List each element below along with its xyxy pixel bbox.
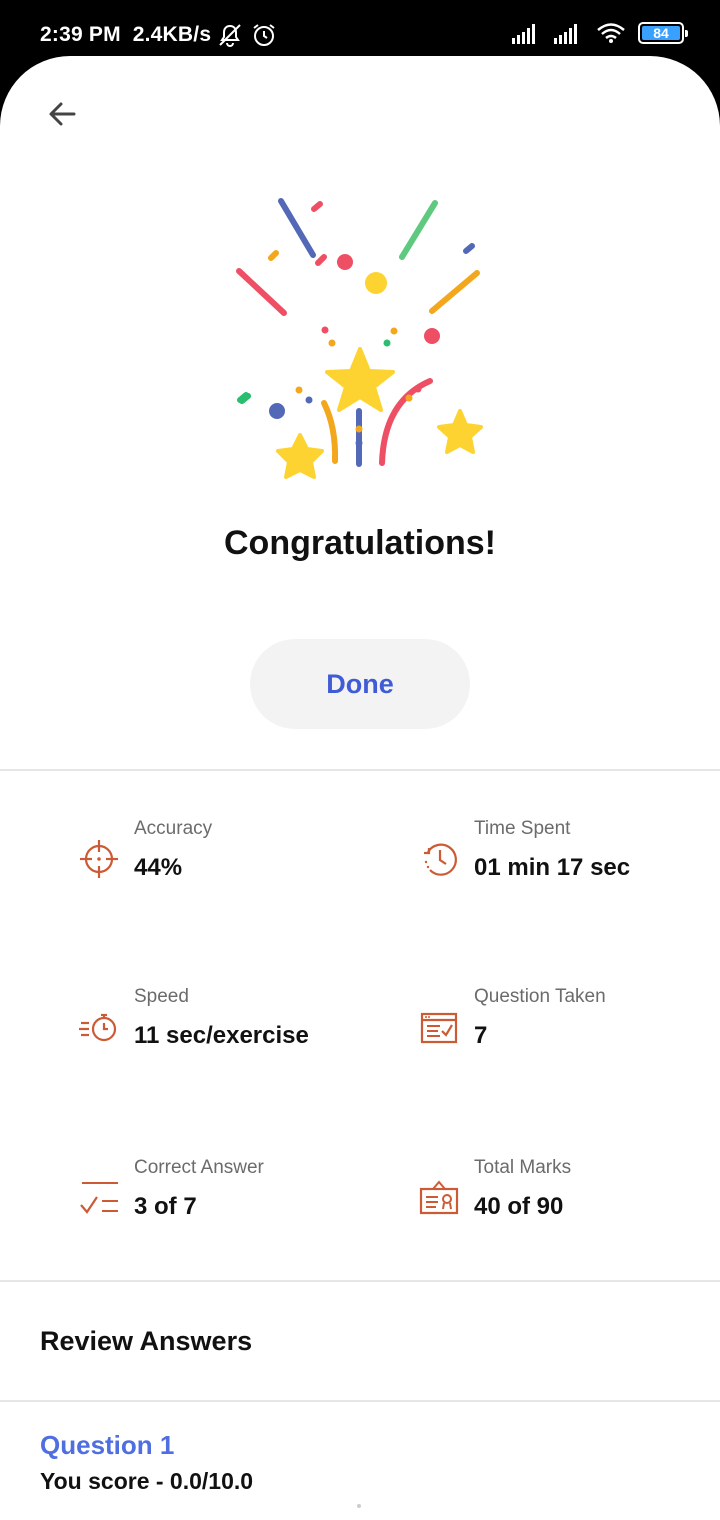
status-time: 2:39 PM [40,23,121,46]
stat-time-spent: Time Spent 01 min 17 sec [418,818,718,908]
status-right: 84 [512,22,688,44]
status-net-speed: 2.4KB/s [132,23,212,46]
stat-value: 40 of 90 [474,1193,564,1220]
stat-speed: Speed 11 sec/exercise [78,986,378,1076]
question-title[interactable]: Question 1 [40,1430,174,1461]
stat-correct-answer: Correct Answer 3 of 7 [78,1157,378,1247]
stat-label: Question Taken [474,986,606,1007]
mute-bell-icon [219,24,241,47]
review-answers-heading: Review Answers [40,1326,253,1356]
divider [0,769,720,771]
stat-question-taken: Question Taken 7 [418,986,718,1076]
stat-value: 7 [474,1022,488,1049]
check-lines-icon [80,1182,118,1214]
crosshair-icon [80,840,118,878]
stat-label: Total Marks [474,1157,572,1178]
stat-label: Correct Answer [134,1157,264,1178]
stat-value: 11 sec/exercise [134,1022,309,1049]
stat-total-marks: Total Marks 40 of 90 [418,1157,718,1247]
question-score: You score - 0.0/10.0 [40,1468,254,1494]
scroll-indicator [357,1504,361,1508]
stopwatch-speed-icon [79,1013,117,1042]
status-bar: 2:39 PM 2.4KB/s 84 [0,0,720,60]
divider [0,1280,720,1282]
clock-history-icon [424,843,457,876]
wifi-icon [597,23,625,43]
confetti-stars-illustration [236,198,483,479]
checklist-window-icon [420,1012,458,1044]
battery-cap [685,30,688,37]
battery-level: 84 [653,25,669,41]
back-button[interactable] [40,92,84,136]
congratulations-title: Congratulations! [224,524,496,562]
signal-icon [512,24,535,44]
stat-value: 3 of 7 [134,1193,197,1220]
stat-label: Speed [134,986,189,1007]
certificate-icon [419,1180,459,1215]
alarm-icon [253,24,275,46]
result-sheet: Congratulations! Done Accuracy 44% Time … [0,56,720,1520]
battery-icon: 84 [638,22,688,44]
divider [0,1400,720,1402]
status-left: 2:39 PM 2.4KB/s [40,22,277,48]
done-button[interactable]: Done [250,639,470,729]
stat-value: 44% [134,854,183,881]
signal-icon [554,24,577,44]
stat-value: 01 min 17 sec [474,854,631,881]
stat-label: Time Spent [474,818,571,839]
stat-label: Accuracy [134,818,213,839]
stat-accuracy: Accuracy 44% [78,818,378,908]
arrow-left-icon [49,102,76,126]
